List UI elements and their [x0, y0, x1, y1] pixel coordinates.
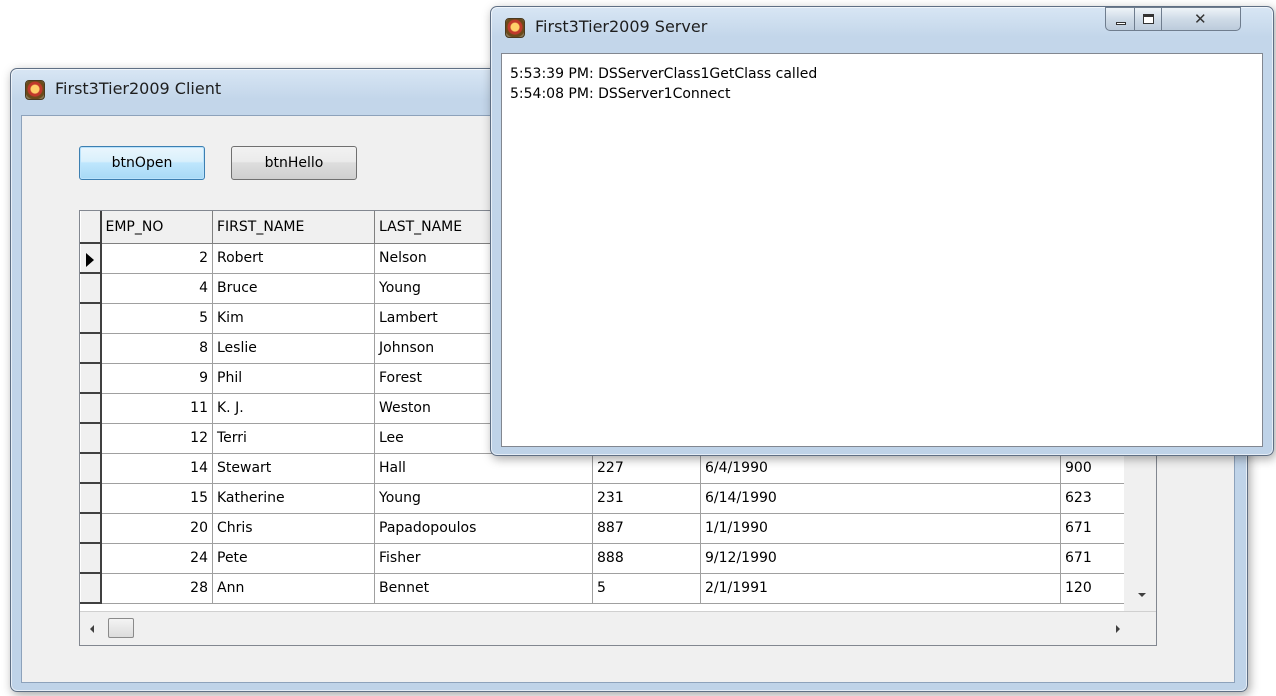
- scroll-left-icon[interactable]: [90, 625, 94, 633]
- server-window: First3Tier2009 Server ✕ 5:53:39 PM: DSSe…: [490, 6, 1274, 456]
- table-cell[interactable]: 671: [1060, 543, 1127, 574]
- table-cell[interactable]: Kim: [212, 303, 375, 334]
- hello-button[interactable]: btnHello: [231, 146, 357, 180]
- minimize-icon: [1116, 22, 1126, 25]
- close-button[interactable]: ✕: [1161, 7, 1241, 31]
- app-icon: [25, 80, 45, 100]
- minimize-button[interactable]: [1105, 7, 1135, 31]
- close-icon: ✕: [1194, 10, 1207, 28]
- table-row[interactable]: 24 Pete Fisher 888 9/12/1990 671: [80, 543, 1127, 574]
- table-cell[interactable]: 5: [100, 303, 213, 334]
- table-cell[interactable]: 231: [592, 483, 701, 514]
- table-cell[interactable]: Bennet: [374, 573, 593, 604]
- row-indicator[interactable]: [80, 303, 102, 334]
- table-cell[interactable]: 1/1/1990: [700, 513, 1061, 544]
- table-cell[interactable]: 120: [1060, 573, 1127, 604]
- table-cell[interactable]: Stewart: [212, 453, 375, 484]
- table-cell[interactable]: Katherine: [212, 483, 375, 514]
- row-pointer-icon: [86, 253, 94, 267]
- row-indicator[interactable]: [80, 363, 102, 394]
- server-window-title: First3Tier2009 Server: [535, 17, 708, 36]
- table-cell[interactable]: 15: [100, 483, 213, 514]
- row-indicator[interactable]: [80, 453, 102, 484]
- table-cell[interactable]: Young: [374, 483, 593, 514]
- table-cell[interactable]: Ann: [212, 573, 375, 604]
- table-cell[interactable]: Fisher: [374, 543, 593, 574]
- table-cell[interactable]: 14: [100, 453, 213, 484]
- row-indicator[interactable]: [80, 243, 102, 274]
- table-cell[interactable]: Hall: [374, 453, 593, 484]
- table-row[interactable]: 20 Chris Papadopoulos 887 1/1/1990 671: [80, 513, 1127, 544]
- table-cell[interactable]: Bruce: [212, 273, 375, 304]
- column-header[interactable]: EMP_NO: [100, 211, 213, 244]
- table-cell[interactable]: 9/12/1990: [700, 543, 1061, 574]
- table-cell[interactable]: 4: [100, 273, 213, 304]
- table-cell[interactable]: 28: [100, 573, 213, 604]
- table-cell[interactable]: 6/4/1990: [700, 453, 1061, 484]
- table-cell[interactable]: Papadopoulos: [374, 513, 593, 544]
- table-row[interactable]: 28 Ann Bennet 5 2/1/1991 120: [80, 573, 1127, 604]
- table-cell[interactable]: 6/14/1990: [700, 483, 1061, 514]
- table-cell[interactable]: 24: [100, 543, 213, 574]
- row-indicator[interactable]: [80, 333, 102, 364]
- table-cell[interactable]: Terri: [212, 423, 375, 454]
- table-cell[interactable]: 2/1/1991: [700, 573, 1061, 604]
- table-row[interactable]: 14 Stewart Hall 227 6/4/1990 900: [80, 453, 1127, 484]
- open-button[interactable]: btnOpen: [79, 146, 205, 180]
- table-cell[interactable]: 887: [592, 513, 701, 544]
- table-cell[interactable]: Pete: [212, 543, 375, 574]
- server-log-memo[interactable]: 5:53:39 PM: DSServerClass1GetClass calle…: [501, 53, 1263, 447]
- scroll-right-icon[interactable]: [1116, 625, 1120, 633]
- table-cell[interactable]: 20: [100, 513, 213, 544]
- maximize-button[interactable]: [1134, 7, 1162, 31]
- horizontal-scrollbar[interactable]: [80, 611, 1156, 645]
- table-cell[interactable]: 9: [100, 363, 213, 394]
- table-cell[interactable]: 888: [592, 543, 701, 574]
- table-cell[interactable]: 8: [100, 333, 213, 364]
- row-indicator[interactable]: [80, 513, 102, 544]
- table-cell[interactable]: 900: [1060, 453, 1127, 484]
- table-cell[interactable]: 11: [100, 393, 213, 424]
- app-icon: [505, 18, 525, 38]
- table-row[interactable]: 15 Katherine Young 231 6/14/1990 623: [80, 483, 1127, 514]
- client-window-title: First3Tier2009 Client: [55, 79, 222, 98]
- table-cell[interactable]: 12: [100, 423, 213, 454]
- table-cell[interactable]: 671: [1060, 513, 1127, 544]
- indicator-header: [80, 211, 102, 244]
- table-cell[interactable]: 2: [100, 243, 213, 274]
- table-cell[interactable]: 5: [592, 573, 701, 604]
- row-indicator[interactable]: [80, 483, 102, 514]
- table-cell[interactable]: 227: [592, 453, 701, 484]
- table-cell[interactable]: 623: [1060, 483, 1127, 514]
- table-cell[interactable]: K. J.: [212, 393, 375, 424]
- row-indicator[interactable]: [80, 393, 102, 424]
- table-cell[interactable]: Chris: [212, 513, 375, 544]
- row-indicator[interactable]: [80, 573, 102, 604]
- row-indicator[interactable]: [80, 423, 102, 454]
- log-line: 5:54:08 PM: DSServer1Connect: [510, 86, 731, 102]
- table-cell[interactable]: Leslie: [212, 333, 375, 364]
- maximize-icon: [1143, 14, 1154, 24]
- scroll-thumb[interactable]: [108, 618, 134, 638]
- server-titlebar[interactable]: First3Tier2009 Server ✕: [491, 7, 1273, 47]
- log-line: 5:53:39 PM: DSServerClass1GetClass calle…: [510, 66, 818, 82]
- table-cell[interactable]: Phil: [212, 363, 375, 394]
- column-header[interactable]: FIRST_NAME: [212, 211, 375, 244]
- table-cell[interactable]: Robert: [212, 243, 375, 274]
- row-indicator[interactable]: [80, 543, 102, 574]
- scroll-down-icon[interactable]: [1138, 593, 1146, 597]
- row-indicator[interactable]: [80, 273, 102, 304]
